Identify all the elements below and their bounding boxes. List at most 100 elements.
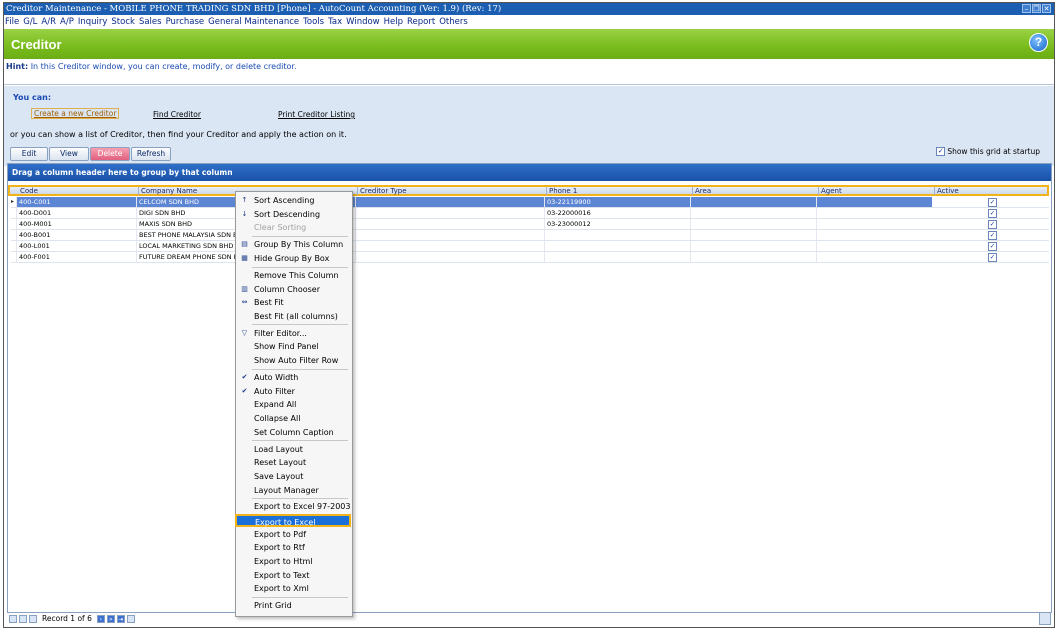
menu-others[interactable]: Others (439, 17, 468, 27)
active-checkbox[interactable]: ✓ (988, 242, 997, 251)
menu-file[interactable]: File (5, 17, 19, 27)
menu-gl[interactable]: G/L (23, 17, 37, 27)
cell-phone-1[interactable] (544, 230, 690, 240)
active-checkbox[interactable]: ✓ (988, 220, 997, 229)
next-record-icon[interactable]: › (96, 614, 105, 623)
menu-item-filter-editor[interactable]: Filter Editor... ▽ (236, 327, 350, 340)
menu-item-auto-filter[interactable]: Auto Filter ✔ (236, 385, 350, 398)
menu-item-export-to-xml[interactable]: Export to Xml (236, 582, 350, 595)
menu-item-export-to-pdf[interactable]: Export to Pdf (236, 528, 350, 541)
menu-item-export-to-html[interactable]: Export to Html (236, 555, 350, 568)
col-header-phone-1[interactable]: Phone 1 (546, 187, 692, 195)
delete-button[interactable]: Delete (90, 147, 130, 161)
close-icon[interactable]: ✕ (1042, 4, 1051, 13)
cell-area[interactable] (690, 241, 816, 251)
cell-agent[interactable] (816, 230, 932, 240)
menu-item-layout-manager[interactable]: Layout Manager (236, 484, 350, 497)
menu-general-maintenance[interactable]: General Maintenance (208, 17, 299, 27)
active-checkbox[interactable]: ✓ (988, 231, 997, 240)
menu-report[interactable]: Report (407, 17, 435, 27)
table-row[interactable]: ▸ 400-C001 CELCOM SDN BHD 03-22119900 ✓ (11, 197, 1049, 208)
menu-ar[interactable]: A/R (41, 17, 56, 27)
cell-phone-1[interactable]: 03-22000016 (544, 208, 690, 218)
table-row[interactable]: 400-B001 BEST PHONE MALAYSIA SDN BHD ✓ (11, 230, 1049, 241)
find-creditor-link[interactable]: Find Creditor (153, 110, 201, 119)
menu-window[interactable]: Window (346, 17, 380, 27)
cell-code[interactable]: 400-L001 (16, 241, 136, 251)
active-checkbox[interactable]: ✓ (988, 253, 997, 262)
first-record-icon[interactable] (9, 614, 17, 623)
cell-area[interactable] (690, 219, 816, 229)
next-page-icon[interactable]: » (106, 614, 115, 623)
cell-agent[interactable] (816, 208, 932, 218)
col-header-area[interactable]: Area (692, 187, 818, 195)
active-checkbox[interactable]: ✓ (988, 198, 997, 207)
menu-item-auto-width[interactable]: Auto Width ✔ (236, 371, 350, 384)
cell-agent[interactable] (816, 219, 932, 229)
prev-record-icon[interactable] (29, 614, 37, 623)
menu-item-load-layout[interactable]: Load Layout (236, 443, 350, 456)
scroll-corner[interactable] (1039, 612, 1051, 625)
cell-code[interactable]: 400-D001 (16, 208, 136, 218)
menu-tax[interactable]: Tax (328, 17, 342, 27)
col-header-agent[interactable]: Agent (818, 187, 934, 195)
menu-item-save-layout[interactable]: Save Layout (236, 470, 350, 483)
menu-item-show-auto-filter-row[interactable]: Show Auto Filter Row (236, 354, 350, 367)
cell-area[interactable] (690, 208, 816, 218)
menu-item-show-find-panel[interactable]: Show Find Panel (236, 340, 350, 353)
restore-icon[interactable]: ❐ (1032, 4, 1041, 13)
cell-agent[interactable] (816, 241, 932, 251)
cell-area[interactable] (690, 252, 816, 262)
menu-item-export-to-excel[interactable]: Export to Excel (235, 514, 351, 528)
menu-item-export-to-excel-97-2003[interactable]: Export to Excel 97-2003 (236, 500, 350, 513)
cell-area[interactable] (690, 230, 816, 240)
cell-creditor-type[interactable] (355, 197, 544, 207)
create-creditor-link[interactable]: Create a new Creditor (31, 108, 120, 119)
table-row[interactable]: 400-D001 DIGI SDN BHD 03-22000016 ✓ (11, 208, 1049, 219)
show-grid-startup[interactable]: ✓ Show this grid at startup (936, 147, 1040, 156)
menu-sales[interactable]: Sales (139, 17, 162, 27)
menu-item-sort-descending[interactable]: Sort Descending ↓ (236, 208, 350, 221)
menu-item-reset-layout[interactable]: Reset Layout (236, 456, 350, 469)
menu-item-expand-all[interactable]: Expand All (236, 398, 350, 411)
menu-item-sort-ascending[interactable]: Sort Ascending ↑ (236, 194, 350, 207)
prev-page-icon[interactable] (19, 614, 27, 623)
group-by-panel[interactable]: Drag a column header here to group by th… (8, 164, 1051, 181)
menu-item-group-by-this-column[interactable]: Group By This Column ▤ (236, 238, 350, 251)
menu-item-set-column-caption[interactable]: Set Column Caption (236, 426, 350, 439)
col-header-creditor-type[interactable]: Creditor Type (357, 187, 546, 195)
last-record-icon[interactable]: ⇥ (116, 614, 125, 623)
cell-creditor-type[interactable] (355, 252, 544, 262)
menu-tools[interactable]: Tools (303, 17, 324, 27)
menu-item-export-to-text[interactable]: Export to Text (236, 569, 350, 582)
cell-agent[interactable] (816, 197, 932, 207)
col-header-active[interactable]: Active (934, 187, 1047, 195)
cell-code[interactable]: 400-M001 (16, 219, 136, 229)
menu-stock[interactable]: Stock (111, 17, 135, 27)
cell-code[interactable]: 400-F001 (16, 252, 136, 262)
cell-agent[interactable] (816, 252, 932, 262)
cell-area[interactable] (690, 197, 816, 207)
append-record-icon[interactable] (126, 614, 135, 623)
cell-creditor-type[interactable] (355, 208, 544, 218)
edit-button[interactable]: Edit (10, 147, 48, 161)
menu-item-column-chooser[interactable]: Column Chooser ▥ (236, 283, 350, 296)
cell-phone-1[interactable] (544, 241, 690, 251)
help-icon[interactable]: ? (1029, 33, 1048, 52)
table-row[interactable]: 400-L001 LOCAL MARKETING SDN BHD ✓ (11, 241, 1049, 252)
refresh-button[interactable]: Refresh (131, 147, 171, 161)
active-checkbox[interactable]: ✓ (988, 209, 997, 218)
menu-item-best-fit[interactable]: Best Fit ⇔ (236, 296, 350, 309)
menu-item-hide-group-by-box[interactable]: Hide Group By Box ▦ (236, 252, 350, 265)
menu-item-export-to-rtf[interactable]: Export to Rtf (236, 541, 350, 554)
menu-purchase[interactable]: Purchase (166, 17, 205, 27)
table-row[interactable]: 400-F001 FUTURE DREAM PHONE SDN BHD ✓ (11, 252, 1049, 263)
menu-item-print-grid[interactable]: Print Grid (236, 599, 350, 612)
cell-creditor-type[interactable] (355, 219, 544, 229)
cell-phone-1[interactable]: 03-22119900 (544, 197, 690, 207)
view-button[interactable]: View (49, 147, 89, 161)
menu-ap[interactable]: A/P (60, 17, 74, 27)
cell-creditor-type[interactable] (355, 241, 544, 251)
print-creditor-listing-link[interactable]: Print Creditor Listing (278, 110, 355, 119)
cell-phone-1[interactable]: 03-23000012 (544, 219, 690, 229)
